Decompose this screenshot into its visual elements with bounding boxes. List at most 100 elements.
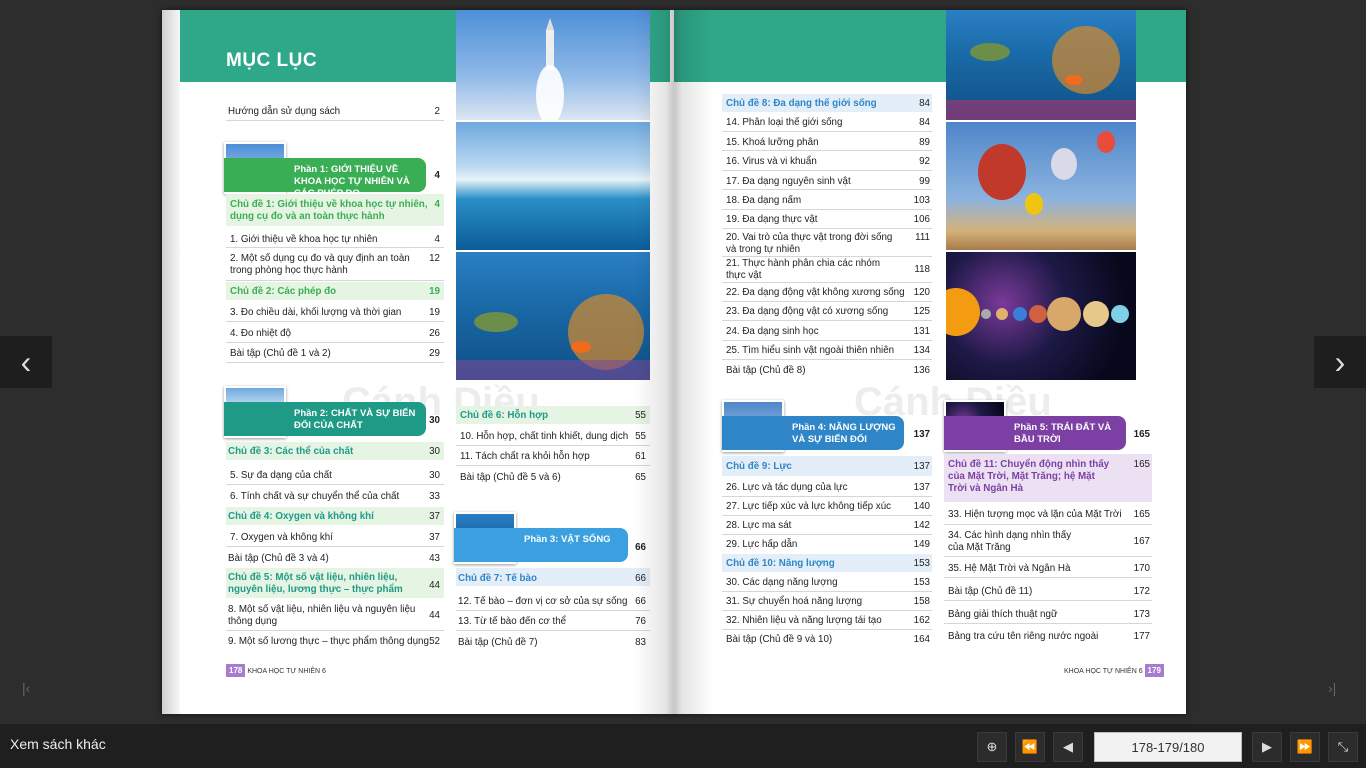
chapter-5[interactable]: Chủ đề 5: Một số vật liệu, nhiên liệu, n… [228,572,408,596]
right-footer-title: KHOA HỌC TỰ NHIÊN 6 [1064,668,1143,675]
toc-entry[interactable]: 2. Một số dụng cụ đo và quy định an toàn… [230,253,420,277]
toc-entry[interactable]: 10. Hỗn hợp, chất tinh khiết, dung dịch [460,431,628,443]
previous-button[interactable]: ◀ [1053,732,1083,762]
toc-entry[interactable]: 5. Sự đa dạng của chất [230,470,332,482]
planets-illustration [946,288,1129,336]
chapter-4[interactable]: Chủ đề 4: Oxygen và không khí [228,511,374,522]
prev-page-button[interactable]: ‹ [0,336,52,388]
chapter-11[interactable]: Chủ đề 11: Chuyển động nhìn thấy của Mặt… [948,459,1114,495]
chapter-8[interactable]: Chủ đề 8: Đa dạng thế giới sống [726,98,877,109]
toc-entry[interactable]: 32. Nhiên liệu và năng lượng tái tạo [726,615,882,627]
toc-entry[interactable]: Bài tập (Chủ đề 8) [726,365,806,377]
right-page-number: 179 [1144,664,1164,677]
toc-entry[interactable]: 17. Đa dạng nguyên sinh vật [726,176,851,188]
toc-entry[interactable]: 30. Các dạng năng lượng [726,577,838,589]
rewind-icon: ⏪ [1021,739,1039,754]
left-page-number: 178 [226,664,246,677]
book-viewer: MỤC LỤC Cánh Diều Hướng dẫn sử dụng sách… [0,0,1366,724]
toc-entry[interactable]: 26. Lực và tác dụng của lực [726,482,848,494]
toc-entry[interactable]: 16. Virus và vi khuẩn [726,156,817,168]
toc-entry[interactable]: Bài tập (Chủ đề 3 và 4) [228,553,329,565]
zoom-button[interactable]: ⊕ [977,732,1007,762]
turtle-reef-photo [946,10,1136,120]
toc-entry[interactable]: 28. Lực ma sát [726,520,791,532]
toc-entry[interactable]: 22. Đa dạng động vật không xương sống [726,287,905,299]
part4-badge[interactable]: Phần 4: NĂNG LƯỢNG VÀ SỰ BIẾN ĐỔI [722,416,904,450]
exit-fullscreen-button[interactable]: ⤡ [1328,732,1358,762]
toc-entry[interactable]: 34. Các hình dạng nhìn thấy của Mặt Trăn… [948,530,1078,554]
chapter-7[interactable]: Chủ đề 7: Tế bào [458,573,537,584]
chapter-2[interactable]: Chủ đề 2: Các phép đo [230,286,336,297]
balloons-illustration [978,131,1115,215]
first-page-button[interactable]: ⏪ [1015,732,1045,762]
chapter-9[interactable]: Chủ đề 9: Lực [726,461,792,472]
toc-entry[interactable]: Bảng tra cứu tên riêng nước ngoài [948,631,1098,643]
chevron-right-icon: › [1334,344,1346,380]
next-button[interactable]: ▶ [1252,732,1282,762]
toc-entry[interactable]: 35. Hệ Mặt Trời và Ngân Hà [948,563,1070,575]
toc-entry[interactable]: 7. Oxygen và không khí [230,532,333,544]
toc-entry[interactable]: 29. Lực hấp dẫn [726,539,797,551]
more-books-link[interactable]: Xem sách khác [10,736,106,752]
toc-entry[interactable]: 12. Tế bào – đơn vị cơ sở của sự sống [458,596,627,608]
collapse-icon: ⤡ [1337,739,1349,754]
toc-entry[interactable]: 14. Phân loại thế giới sống [726,117,842,129]
toc-page: 4 [434,170,440,181]
arrow-left-icon: ◀ [1063,739,1073,754]
toc-entry[interactable]: 18. Đa dạng nấm [726,195,801,207]
chapter-10[interactable]: Chủ đề 10: Năng lượng [726,558,835,569]
toc-entry[interactable]: 1. Giới thiệu về khoa học tự nhiên [230,234,378,246]
balloons-photo [946,122,1136,250]
page-indicator-input[interactable]: 178-179/180 [1094,732,1242,762]
book-spread: MỤC LỤC Cánh Diều Hướng dẫn sử dụng sách… [162,10,1186,714]
part2-badge[interactable]: Phần 2: CHẤT VÀ SỰ BIẾN ĐỔI CỦA CHẤT [224,402,426,436]
chevron-left-icon: ‹ [20,344,32,380]
part1-badge[interactable]: Phần 1: GIỚI THIỆU VỀ KHOA HỌC TỰ NHIÊN … [224,158,426,199]
toc-entry[interactable]: 31. Sự chuyển hoá năng lượng [726,596,862,608]
toc-entry[interactable]: 3. Đo chiều dài, khối lượng và thời gian [230,307,401,319]
reef-photo [456,252,650,380]
toc-entry[interactable]: Bài tập (Chủ đề 5 và 6) [460,472,561,484]
last-page-edge-icon[interactable]: ›| [1328,680,1336,696]
chapter-6[interactable]: Chủ đề 6: Hỗn hợp [460,410,548,421]
right-footer: KHOA HỌC TỰ NHIÊN 6 179 [1064,664,1164,677]
arrow-right-icon: ▶ [1262,739,1272,754]
chapter-1[interactable]: Chủ đề 1: Giới thiệu về khoa học tự nhiê… [230,199,430,223]
next-page-button[interactable]: › [1314,336,1366,388]
toc-entry[interactable]: 8. Một số vật liệu, nhiên liệu và nguyên… [228,604,424,628]
toc-entry[interactable]: Bài tập (Chủ đề 11) [948,586,1032,598]
reef-illustration [456,294,650,380]
glacier-photo [456,122,650,250]
last-page-button[interactable]: ⏩ [1290,732,1320,762]
toc-entry[interactable]: 20. Vai trò của thực vật trong đời sống … [726,232,896,256]
toc-entry[interactable]: 9. Một số lương thực – thực phẩm thông d… [228,636,429,648]
solar-system-photo [946,252,1136,380]
zoom-icon: ⊕ [986,739,998,754]
page-edge [162,10,180,714]
toc-entry[interactable]: 19. Đa dạng thực vật [726,214,818,226]
toc-entry[interactable]: 23. Đa dạng động vật có xương sống [726,306,888,318]
first-page-edge-icon[interactable]: |‹ [22,680,30,696]
toc-entry[interactable]: 21. Thực hành phân chia các nhóm thực vậ… [726,258,886,282]
part5-badge[interactable]: Phần 5: TRÁI ĐẤT VÀ BẦU TRỜI [944,416,1126,450]
part3-badge[interactable]: Phần 3: VẬT SỐNG [454,528,628,562]
toc-entry[interactable]: 13. Từ tế bào đến cơ thể [458,616,566,628]
toc-entry[interactable]: Bài tập (Chủ đề 9 và 10) [726,634,832,646]
rocket-photo [456,10,650,120]
left-footer: 178 KHOA HỌC TỰ NHIÊN 6 [226,664,326,677]
toc-entry[interactable]: Hướng dẫn sử dụng sách [228,106,340,118]
chapter-3[interactable]: Chủ đề 3: Các thể của chất [228,446,353,457]
toc-entry[interactable]: 6. Tính chất và sự chuyển thể của chất [230,491,399,503]
left-footer-title: KHOA HỌC TỰ NHIÊN 6 [247,668,326,675]
toc-entry[interactable]: 27. Lực tiếp xúc và lực không tiếp xúc [726,501,891,513]
toc-entry[interactable]: 4. Đo nhiệt độ [230,328,291,340]
toc-entry[interactable]: 33. Hiện tượng mọc và lặn của Mặt Trời [948,509,1122,521]
toc-entry[interactable]: 25. Tìm hiểu sinh vật ngoài thiên nhiên [726,345,894,357]
left-page: MỤC LỤC Cánh Diều Hướng dẫn sử dụng sách… [162,10,674,714]
toc-entry[interactable]: Bài tập (Chủ đề 7) [458,637,538,649]
toc-entry[interactable]: 24. Đa dạng sinh học [726,326,819,338]
toc-entry[interactable]: 11. Tách chất ra khỏi hỗn hợp [460,451,590,463]
toc-entry[interactable]: 15. Khoá lưỡng phân [726,137,819,149]
toc-entry[interactable]: Bài tập (Chủ đề 1 và 2) [230,348,331,360]
toc-entry[interactable]: Bảng giải thích thuật ngữ [948,609,1058,621]
